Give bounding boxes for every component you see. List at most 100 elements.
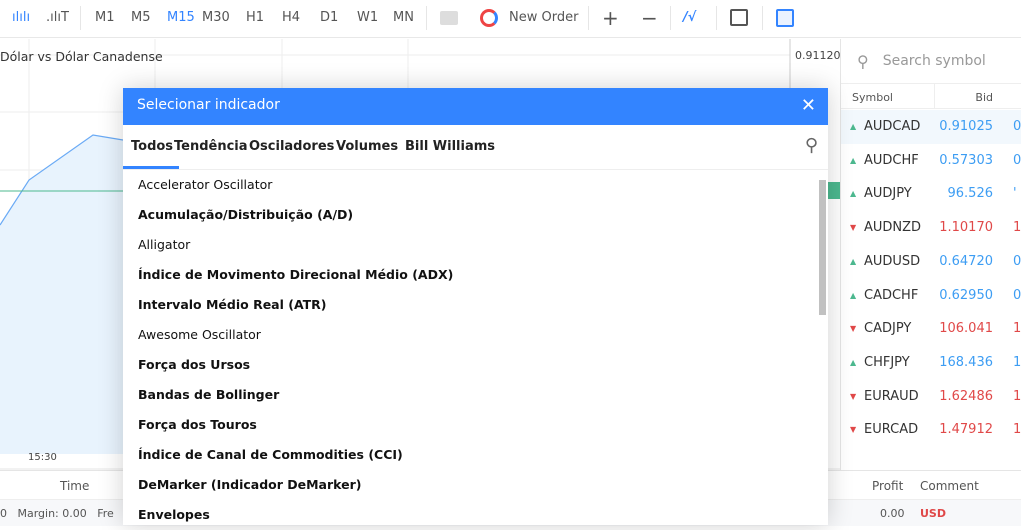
indicator-icon[interactable]: /√ [683, 10, 696, 25]
watchlist-row[interactable]: ▼ CADJPY 106.041 1 [841, 312, 1021, 346]
calendar-icon[interactable] [730, 9, 748, 26]
watchlist-row[interactable]: ▼ EURCAD 1.47912 1 [841, 413, 1021, 447]
arrow-down-icon: ▼ [850, 391, 857, 401]
watchlist-row[interactable]: ▲ CHFJPY 168.436 1 [841, 346, 1021, 380]
arrow-up-icon: ▲ [850, 290, 857, 300]
col-profit[interactable]: Profit [872, 479, 903, 493]
tab-osciladores[interactable]: Osciladores [249, 139, 334, 154]
symbol: EURAUD [864, 388, 919, 404]
arrow-up-icon: ▲ [850, 256, 857, 266]
indicator-item[interactable]: DeMarker (Indicador DeMarker) [123, 470, 818, 500]
indicator-item[interactable]: Envelopes [123, 500, 818, 530]
watchlist-row[interactable]: ▲ AUDJPY 96.526 ' [841, 177, 1021, 211]
ask: 1 [1013, 321, 1021, 337]
tf-h4[interactable]: H4 [282, 10, 300, 25]
tf-m30[interactable]: M30 [202, 10, 230, 25]
zoom-out-icon[interactable]: − [641, 6, 658, 30]
ask: 0 [1013, 119, 1021, 134]
indicator-item[interactable]: Intervalo Médio Real (ATR) [123, 290, 818, 320]
watchlist-header: Symbol Bid [841, 83, 1021, 109]
search-icon: ⚲ [857, 51, 869, 71]
tf-m5[interactable]: M5 [131, 10, 151, 25]
indicator-item[interactable]: Accelerator Oscillator [123, 170, 818, 200]
tab-todos[interactable]: Todos [122, 139, 180, 169]
symbol: EURCAD [864, 422, 919, 438]
indicator-item[interactable]: Força dos Ursos [123, 350, 818, 380]
profit-value: 0.00 [880, 507, 905, 520]
indicator-item[interactable]: Alligator [123, 230, 818, 260]
symbol: CHFJPY [864, 354, 910, 370]
price-area [0, 135, 123, 454]
indicator-item[interactable]: Índice de Movimento Direcional Médio (AD… [123, 260, 818, 290]
arrow-up-icon: ▲ [850, 122, 857, 131]
tf-h1[interactable]: H1 [246, 10, 264, 25]
search-icon[interactable]: ⚲ [805, 135, 818, 156]
symbol: AUDNZD [864, 220, 922, 236]
dialog-header: Selecionar indicador ✕ [123, 88, 828, 125]
indicator-item[interactable]: Bandas de Bollinger [123, 380, 818, 410]
bid: 0.64720 [939, 253, 993, 269]
col-comment[interactable]: Comment [920, 479, 979, 493]
col-symbol[interactable]: Symbol [852, 91, 893, 104]
bid: 0.91025 [939, 119, 993, 134]
list-scrollbar[interactable] [819, 180, 826, 315]
ask: ' [1013, 186, 1017, 202]
arrow-up-icon: ▲ [850, 189, 857, 199]
link-icon[interactable] [440, 11, 458, 25]
tf-m15[interactable]: M15 [167, 10, 195, 25]
toolbar: ılılı .ılıT M1 M5 M15 M30 H1 H4 D1 W1 MN… [0, 0, 1021, 38]
bid: 96.526 [947, 186, 994, 202]
symbol: AUDUSD [864, 253, 921, 269]
indicator-dialog: Selecionar indicador ✕ Todos Tendência O… [122, 88, 828, 525]
account-summary: 0 Margin: 0.00 Fre [0, 507, 114, 520]
arrow-down-icon: ▼ [850, 223, 857, 233]
tab-volumes[interactable]: Volumes [336, 139, 398, 154]
bar-chart-icon[interactable]: ılılı [12, 10, 30, 25]
tf-d1[interactable]: D1 [320, 10, 338, 25]
symbol-search[interactable]: ⚲ Search symbol [841, 39, 1021, 83]
col-bid[interactable]: Bid [975, 91, 993, 104]
symbol: AUDJPY [864, 186, 912, 202]
tf-w1[interactable]: W1 [357, 10, 378, 25]
symbol: CADCHF [864, 287, 919, 303]
search-input[interactable]: Search symbol [883, 53, 986, 69]
indicator-item[interactable]: Índice de Canal de Commodities (CCI) [123, 440, 818, 470]
bid: 0.62950 [939, 287, 993, 303]
watchlist-row[interactable]: ▲ AUDCHF 0.57303 0 [841, 144, 1021, 178]
ask: 0 [1013, 152, 1021, 168]
indicator-item[interactable]: Força dos Touros [123, 410, 818, 440]
watchlist-row[interactable]: ▲ AUDCAD 0.91025 0 [841, 110, 1021, 144]
tab-bill-williams[interactable]: Bill Williams [405, 139, 495, 154]
watchlist-row[interactable]: ▲ AUDUSD 0.64720 0 [841, 245, 1021, 279]
bid: 168.436 [939, 354, 993, 370]
watchlist-row[interactable]: ▼ AUDNZD 1.10170 1 [841, 211, 1021, 245]
close-icon[interactable]: ✕ [801, 95, 816, 116]
ask: 1 [1013, 220, 1021, 236]
bid: 1.10170 [939, 220, 993, 236]
watchlist-panel: ⚲ Search symbol Symbol Bid ▲ AUDCAD 0.91… [840, 39, 1021, 470]
ask: 0 [1013, 287, 1021, 303]
arrow-up-icon: ▲ [850, 155, 857, 165]
new-order-icon[interactable] [480, 9, 498, 27]
new-order-button[interactable]: New Order [509, 10, 578, 25]
tf-m1[interactable]: M1 [95, 10, 115, 25]
indicator-item[interactable]: Acumulação/Distribuição (A/D) [123, 200, 818, 230]
current-price-tag [828, 182, 840, 199]
bid: 1.47912 [939, 422, 993, 438]
watchlist-row[interactable]: ▲ CADCHF 0.62950 0 [841, 279, 1021, 313]
ask: 1 [1013, 422, 1021, 438]
symbol: AUDCHF [864, 152, 919, 168]
document-icon[interactable] [776, 9, 794, 27]
bid: 1.62486 [939, 388, 993, 404]
arrow-up-icon: ▲ [850, 357, 857, 367]
indicator-item[interactable]: Awesome Oscillator [123, 320, 818, 350]
indicators-chart-icon[interactable]: .ılıT [46, 10, 69, 25]
arrow-down-icon: ▼ [850, 324, 857, 334]
indicator-tabs: Todos Tendência Osciladores Volumes Bill… [122, 125, 828, 170]
col-time[interactable]: Time [60, 479, 89, 493]
chart-title: Dólar vs Dólar Canadense [0, 49, 163, 64]
tf-mn[interactable]: MN [393, 10, 414, 25]
watchlist-row[interactable]: ▼ EURAUD 1.62486 1 [841, 380, 1021, 414]
tab-tendencia[interactable]: Tendência [174, 139, 248, 154]
zoom-in-icon[interactable]: + [602, 6, 619, 30]
